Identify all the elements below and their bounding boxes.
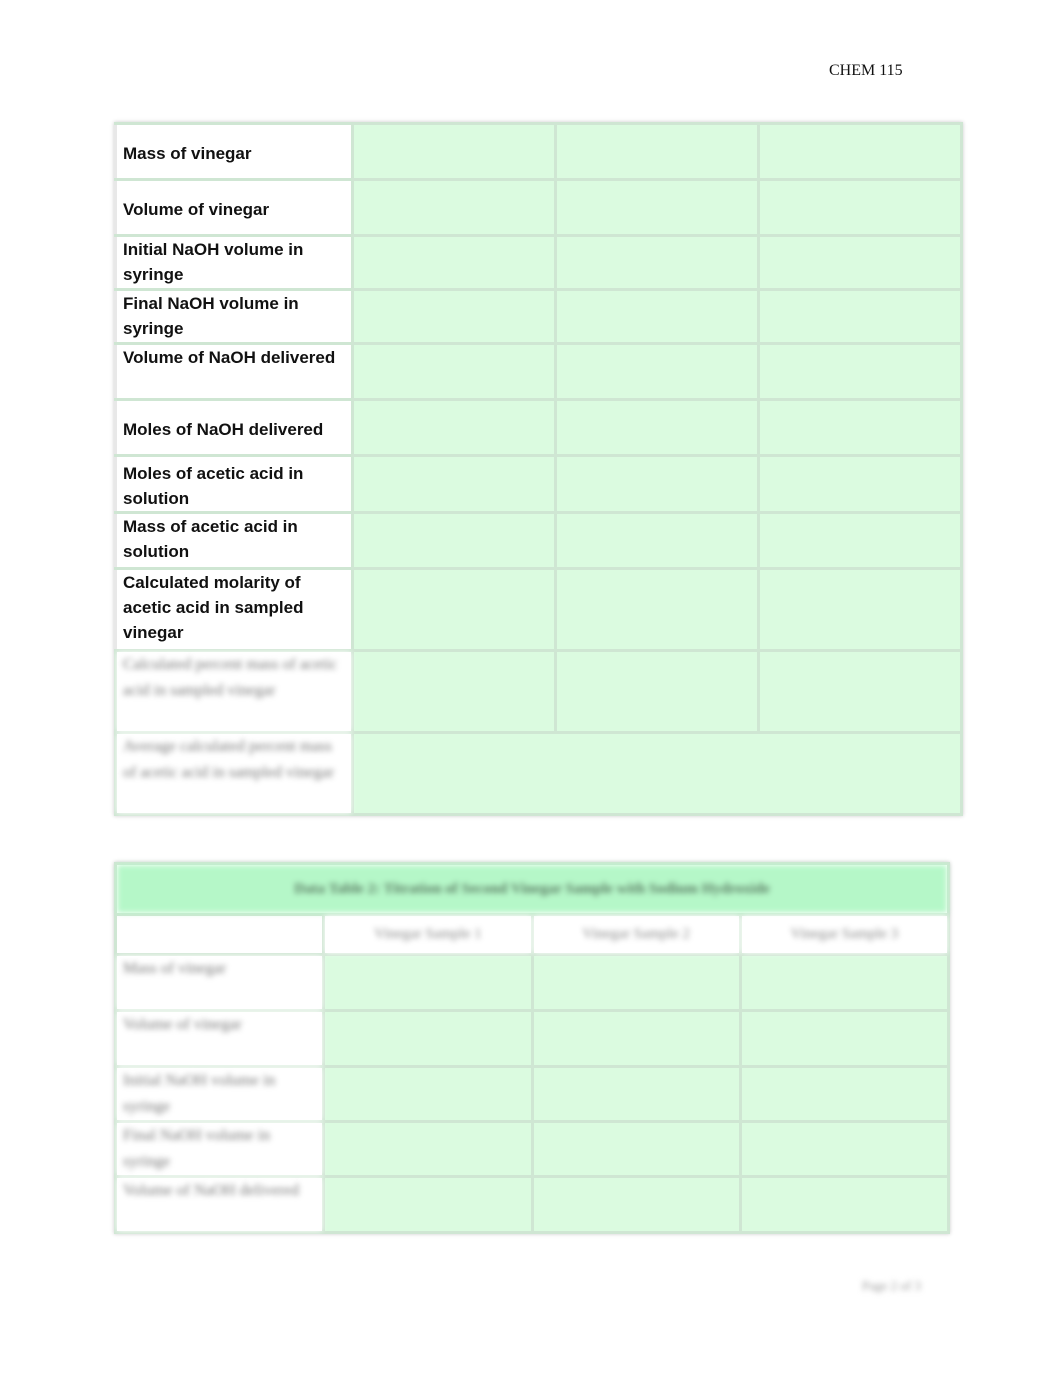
table-row: Mass of vinegar [113,953,951,1012]
input-cell[interactable] [351,649,557,734]
input-cell[interactable] [757,288,963,345]
input-cell[interactable] [757,122,963,181]
row-label: Volume of vinegar [113,1009,326,1068]
table-row: Calculated molarity of acetic acid in sa… [114,567,963,652]
row-label: Mass of acetic acid in solution [114,511,354,570]
row-label: Volume of vinegar [114,178,354,237]
input-cell[interactable] [757,454,963,514]
row-label: Initial NaOH volume in syringe [113,1065,326,1123]
table-header-row: Vinegar Sample 1 Vinegar Sample 2 Vinega… [113,913,951,956]
input-cell[interactable] [554,178,760,237]
input-cell[interactable] [351,567,557,652]
input-cell[interactable] [554,122,760,181]
input-cell[interactable] [554,288,760,345]
row-label: Final NaOH volume in syringe [114,288,354,345]
table-row: Initial NaOH volume in syringe [114,234,963,291]
input-cell[interactable] [322,1175,534,1234]
input-cell[interactable] [554,454,760,514]
table-row: Volume of vinegar [114,178,963,237]
input-cell[interactable] [554,511,760,570]
row-label: Calculated percent mass of acetic acid i… [114,649,354,734]
page-number: Page 2 of 3 [862,1278,921,1293]
course-header: CHEM 115 [829,62,903,79]
input-cell[interactable] [757,342,963,401]
table-title-row: Data Table 2: Titration of Second Vinega… [114,862,950,916]
row-label: Initial NaOH volume in syringe [114,234,354,291]
row-label: Volume of NaOH delivered [113,1175,326,1234]
row-label: Moles of acetic acid in solution [114,454,354,514]
input-cell[interactable] [351,398,557,457]
row-label: Moles of NaOH delivered [114,398,354,457]
input-cell[interactable] [757,567,963,652]
input-cell[interactable] [757,234,963,291]
input-cell[interactable] [530,1175,742,1234]
row-label: Final NaOH volume in syringe [113,1120,326,1178]
row-label: Calculated molarity of acetic acid in sa… [114,567,354,652]
input-cell[interactable] [322,953,534,1012]
input-cell[interactable] [738,1120,951,1178]
table-row: Average calculated percent mass of aceti… [114,731,963,816]
input-cell[interactable] [554,649,760,734]
data-table-2: Data Table 2: Titration of Second Vinega… [113,862,951,1234]
input-cell[interactable] [351,342,557,401]
input-cell[interactable] [351,511,557,570]
input-cell[interactable] [322,1120,534,1178]
table-title: Data Table 2: Titration of Second Vinega… [114,862,950,916]
input-cell[interactable] [554,567,760,652]
input-cell[interactable] [530,1120,742,1178]
input-cell[interactable] [530,1009,742,1068]
table-row: Volume of vinegar [113,1009,951,1068]
input-cell[interactable] [757,649,963,734]
input-cell[interactable] [351,178,557,237]
input-cell[interactable] [554,234,760,291]
table-row: Mass of acetic acid in solution [114,511,963,570]
table-row: Moles of acetic acid in solution [114,454,963,514]
input-cell[interactable] [530,1065,742,1123]
input-cell[interactable] [351,122,557,181]
input-cell[interactable] [738,1065,951,1123]
table-row: Mass of vinegar [114,122,963,181]
input-cell[interactable] [738,1175,951,1234]
input-cell[interactable] [738,953,951,1012]
table-row: Initial NaOH volume in syringe [113,1065,951,1123]
input-cell[interactable] [530,953,742,1012]
input-cell[interactable] [554,342,760,401]
column-header: Vinegar Sample 3 [738,913,951,956]
table-row: Volume of NaOH delivered [114,342,963,401]
row-label: Mass of vinegar [113,953,326,1012]
row-label: Average calculated percent mass of aceti… [114,731,354,816]
row-label: Mass of vinegar [114,122,354,181]
table-row: Final NaOH volume in syringe [113,1120,951,1178]
input-cell-average[interactable] [351,731,963,816]
table-row: Moles of NaOH delivered [114,398,963,457]
column-header [113,913,326,956]
input-cell[interactable] [351,234,557,291]
input-cell[interactable] [554,398,760,457]
column-header: Vinegar Sample 2 [530,913,742,956]
table-row: Final NaOH volume in syringe [114,288,963,345]
row-label: Volume of NaOH delivered [114,342,354,401]
input-cell[interactable] [757,398,963,457]
input-cell[interactable] [322,1065,534,1123]
input-cell[interactable] [757,178,963,237]
data-table-1: Mass of vinegar Volume of vinegar Initia… [114,122,963,816]
input-cell[interactable] [351,454,557,514]
column-header: Vinegar Sample 1 [322,913,534,956]
table-row: Volume of NaOH delivered [113,1175,951,1234]
table-row: Calculated percent mass of acetic acid i… [114,649,963,734]
input-cell[interactable] [757,511,963,570]
input-cell[interactable] [322,1009,534,1068]
input-cell[interactable] [738,1009,951,1068]
input-cell[interactable] [351,288,557,345]
